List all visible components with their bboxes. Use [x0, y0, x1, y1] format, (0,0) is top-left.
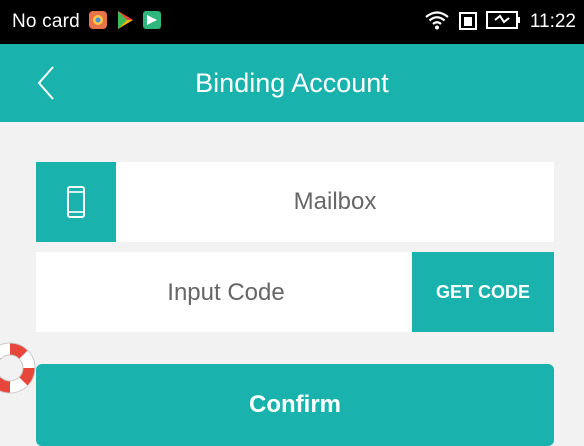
sim-icon — [458, 9, 478, 36]
binding-form: GET CODE Confirm — [0, 122, 584, 446]
code-row: GET CODE — [36, 252, 554, 334]
battery-icon — [485, 10, 522, 35]
mailbox-input[interactable] — [116, 162, 554, 242]
lifebuoy-button[interactable] — [0, 342, 36, 394]
get-code-button[interactable]: GET CODE — [412, 252, 554, 332]
carrier-label: No card — [12, 11, 80, 32]
phone-icon-box — [36, 162, 116, 242]
wifi-icon — [424, 9, 450, 36]
status-bar-right: 11:22 — [424, 9, 576, 36]
app-bar: Binding Account — [0, 44, 584, 122]
code-input[interactable] — [36, 252, 416, 334]
play-store-icon — [116, 10, 134, 35]
phone-icon — [67, 186, 85, 218]
confirm-button[interactable]: Confirm — [36, 364, 554, 446]
lifebuoy-icon — [0, 342, 36, 394]
app-icon — [88, 10, 108, 35]
status-bar: No card 11:22 — [0, 0, 584, 44]
clock: 11:22 — [529, 11, 576, 32]
download-icon — [142, 10, 162, 35]
status-bar-left: No card — [12, 10, 162, 35]
mailbox-row — [36, 162, 554, 242]
page-title: Binding Account — [195, 68, 389, 98]
